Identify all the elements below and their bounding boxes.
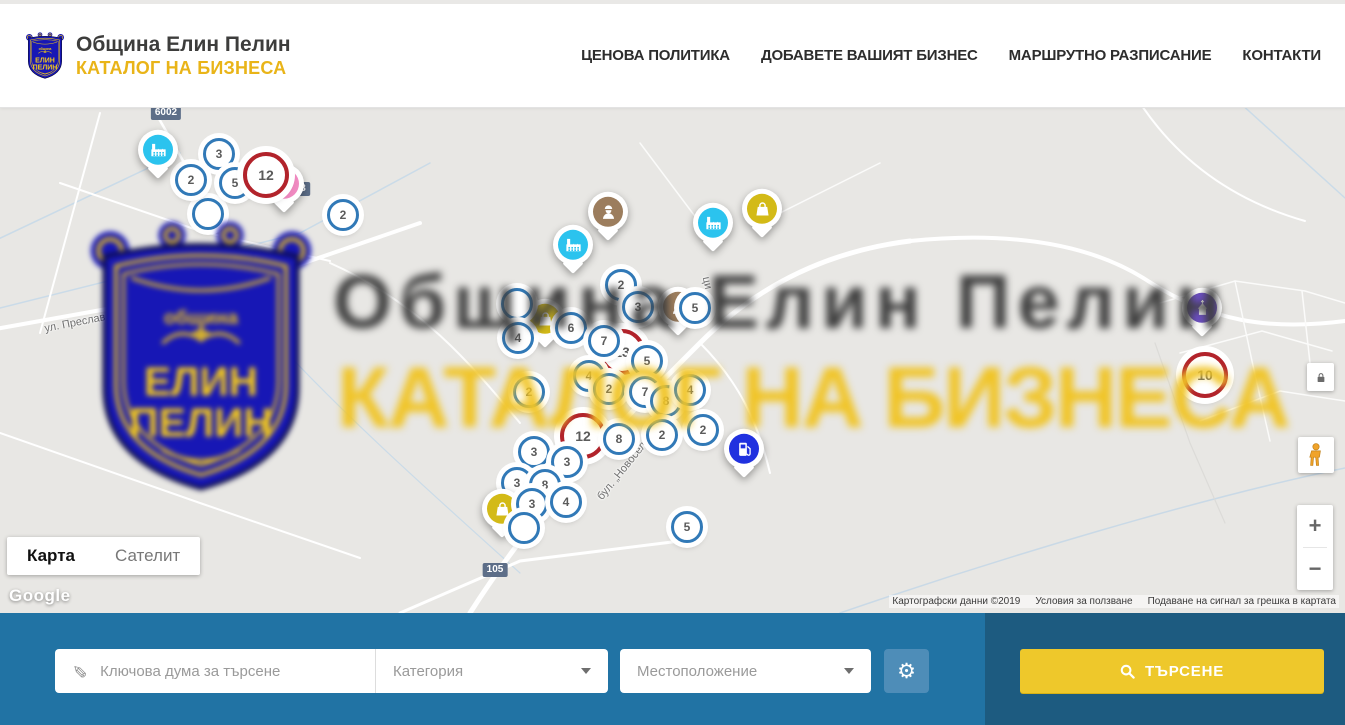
location-box: Местоположение — [620, 649, 871, 693]
map-attribution: Картографски данни ©2019 Условия за полз… — [889, 595, 1339, 608]
category-select-value: Категория — [393, 663, 463, 680]
filter-box: ✎ Категория — [55, 649, 608, 693]
attribution-report-link[interactable]: Подаване на сигнал за грешка в картата — [1148, 596, 1336, 607]
search-button-label: ТЪРСЕНЕ — [1145, 663, 1224, 680]
zoom-control: + − — [1297, 505, 1333, 590]
nav-item[interactable]: КОНТАКТИ — [1242, 47, 1321, 64]
map-type-map-button[interactable]: Карта — [7, 537, 95, 575]
chevron-down-icon — [581, 668, 591, 674]
map-type-satellite-button[interactable]: Сателит — [95, 537, 200, 575]
zoom-out-button[interactable]: − — [1297, 548, 1333, 590]
nav-item[interactable]: МАРШРУТНО РАЗПИСАНИЕ — [1009, 47, 1212, 64]
nav-item[interactable]: ДОБАВЕТЕ ВАШИЯТ БИЗНЕС — [761, 47, 978, 64]
map-controls-layer: Карта Сателит + − Google Картографски да… — [0, 103, 1345, 613]
svg-text:ПЕЛИН: ПЕЛИН — [33, 64, 58, 71]
site-subtitle: КАТАЛОГ НА БИЗНЕСА — [76, 57, 291, 79]
zoom-in-button[interactable]: + — [1297, 505, 1333, 547]
map-type-control: Карта Сателит — [7, 537, 200, 575]
pegman-icon — [1305, 442, 1327, 468]
svg-text:ЕЛИН: ЕЛИН — [35, 57, 55, 64]
gear-icon: ⚙ — [897, 659, 916, 683]
search-icon — [1120, 664, 1135, 679]
attribution-copyright: Картографски данни ©2019 — [892, 596, 1020, 607]
location-select-value: Местоположение — [637, 663, 757, 680]
chevron-down-icon — [844, 668, 854, 674]
keyword-input[interactable] — [98, 662, 342, 681]
search-submit-button[interactable]: ТЪРСЕНЕ — [1020, 649, 1324, 693]
header: община ЕЛИН ПЕЛИН Община Елин Пелин КАТА… — [0, 0, 1345, 108]
site-title: Община Елин Пелин — [76, 33, 291, 57]
category-select[interactable]: Категория — [376, 649, 608, 693]
municipality-crest-icon: община ЕЛИН ПЕЛИН — [25, 25, 65, 87]
google-logo[interactable]: Google — [9, 586, 71, 606]
nav-item[interactable]: ЦЕНОВА ПОЛИТИКА — [581, 47, 730, 64]
search-bar: ✎ Категория Местоположение ⚙ ТЪРСЕНЕ — [0, 613, 1345, 725]
keyword-section: ✎ — [55, 649, 376, 693]
main-nav: ЦЕНОВА ПОЛИТИКА ДОБАВЕТЕ ВАШИЯТ БИЗНЕС МАР… — [581, 47, 1321, 64]
map-canvas[interactable]: 60023105ул. Преславбул. „Новоселци 32512… — [0, 103, 1345, 613]
pegman-button[interactable] — [1298, 437, 1334, 473]
attribution-terms-link[interactable]: Условия за ползване — [1035, 596, 1132, 607]
pencil-icon: ✎ — [68, 663, 89, 678]
location-select[interactable]: Местоположение — [620, 649, 871, 693]
lock-icon — [1315, 371, 1327, 384]
site-logo[interactable]: община ЕЛИН ПЕЛИН Община Елин Пелин КАТА… — [25, 25, 291, 87]
advanced-settings-button[interactable]: ⚙ — [884, 649, 929, 693]
lock-button[interactable] — [1307, 363, 1334, 391]
